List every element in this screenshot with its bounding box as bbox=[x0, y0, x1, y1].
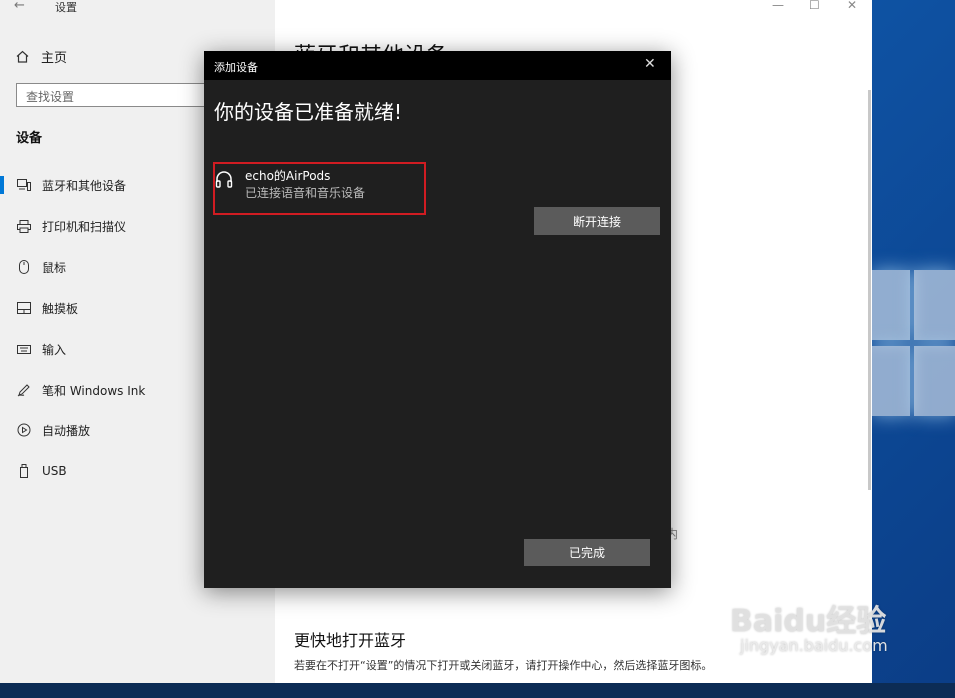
mouse-icon bbox=[16, 259, 32, 275]
baidu-watermark: Baidu经验 jingyan.baidu.com bbox=[730, 596, 888, 655]
device-name[interactable]: echo的AirPods bbox=[245, 167, 330, 184]
sidebar-item-bluetooth[interactable]: 蓝牙和其他设备 bbox=[0, 174, 126, 196]
sidebar-item-label: 笔和 Windows Ink bbox=[42, 383, 146, 398]
headphones-icon bbox=[215, 171, 233, 188]
dialog-title-bar: 添加设备 ✕ bbox=[204, 51, 671, 80]
sidebar-item-label: 输入 bbox=[42, 342, 67, 357]
add-device-dialog: 添加设备 ✕ 你的设备已准备就绪! echo的AirPods 已连接语音和音乐设… bbox=[204, 51, 671, 588]
sidebar-item-pen[interactable]: 笔和 Windows Ink bbox=[0, 379, 145, 401]
sidebar-item-mouse[interactable]: 鼠标 bbox=[0, 256, 66, 278]
usb-icon bbox=[16, 463, 32, 479]
dialog-heading: 你的设备已准备就绪! bbox=[214, 100, 403, 124]
sidebar-item-label: 打印机和扫描仪 bbox=[42, 219, 127, 234]
quick-bluetooth-text: 若要在不打开“设置”的情况下打开或关闭蓝牙，请打开操作中心，然后选择蓝牙图标。 bbox=[294, 659, 713, 672]
nav-home-label: 主页 bbox=[41, 50, 68, 66]
watermark-url: jingyan.baidu.com bbox=[740, 636, 888, 655]
windows-logo bbox=[872, 270, 955, 420]
done-button[interactable]: 已完成 bbox=[524, 539, 650, 566]
nav-home[interactable]: 主页 bbox=[16, 46, 67, 66]
printer-icon bbox=[16, 218, 32, 234]
title-bar: ← 设置 bbox=[0, 0, 872, 18]
home-icon bbox=[16, 50, 29, 63]
device-status: 已连接语音和音乐设备 bbox=[245, 186, 366, 200]
taskbar bbox=[0, 683, 955, 698]
sidebar-item-usb[interactable]: USB bbox=[0, 460, 67, 482]
sidebar-item-label: 自动播放 bbox=[42, 423, 91, 438]
watermark-brand: Baidu经验 bbox=[730, 604, 887, 639]
bluetooth-devices-icon bbox=[16, 177, 32, 193]
app-title: 设置 bbox=[55, 1, 77, 14]
sidebar-item-label: 鼠标 bbox=[42, 260, 67, 275]
sidebar-item-touchpad[interactable]: 触摸板 bbox=[0, 297, 78, 319]
minimize-button[interactable]: — bbox=[772, 0, 784, 12]
search-input[interactable]: 查找设置 bbox=[16, 83, 212, 107]
keyboard-icon bbox=[16, 341, 32, 357]
sidebar-item-printers[interactable]: 打印机和扫描仪 bbox=[0, 215, 126, 237]
close-button[interactable]: ✕ bbox=[847, 0, 857, 12]
touchpad-icon bbox=[16, 300, 32, 316]
sidebar-item-label: 触摸板 bbox=[42, 301, 79, 316]
maximize-button[interactable]: ☐ bbox=[809, 0, 820, 12]
dialog-title: 添加设备 bbox=[214, 61, 258, 74]
quick-bluetooth-heading: 更快地打开蓝牙 bbox=[294, 631, 407, 650]
pen-icon bbox=[16, 382, 32, 398]
disconnect-button[interactable]: 断开连接 bbox=[534, 207, 660, 235]
sidebar-item-autoplay[interactable]: 自动播放 bbox=[0, 419, 90, 441]
sidebar-item-typing[interactable]: 输入 bbox=[0, 338, 66, 360]
sidebar-item-label: 蓝牙和其他设备 bbox=[42, 178, 127, 193]
autoplay-icon bbox=[16, 422, 32, 438]
section-title: 设备 bbox=[16, 131, 43, 146]
scrollbar[interactable] bbox=[868, 90, 871, 490]
sidebar-item-label: USB bbox=[42, 464, 67, 478]
search-placeholder: 查找设置 bbox=[26, 90, 75, 104]
back-arrow-icon[interactable]: ← bbox=[14, 0, 25, 13]
dialog-close-icon[interactable]: ✕ bbox=[644, 56, 656, 72]
